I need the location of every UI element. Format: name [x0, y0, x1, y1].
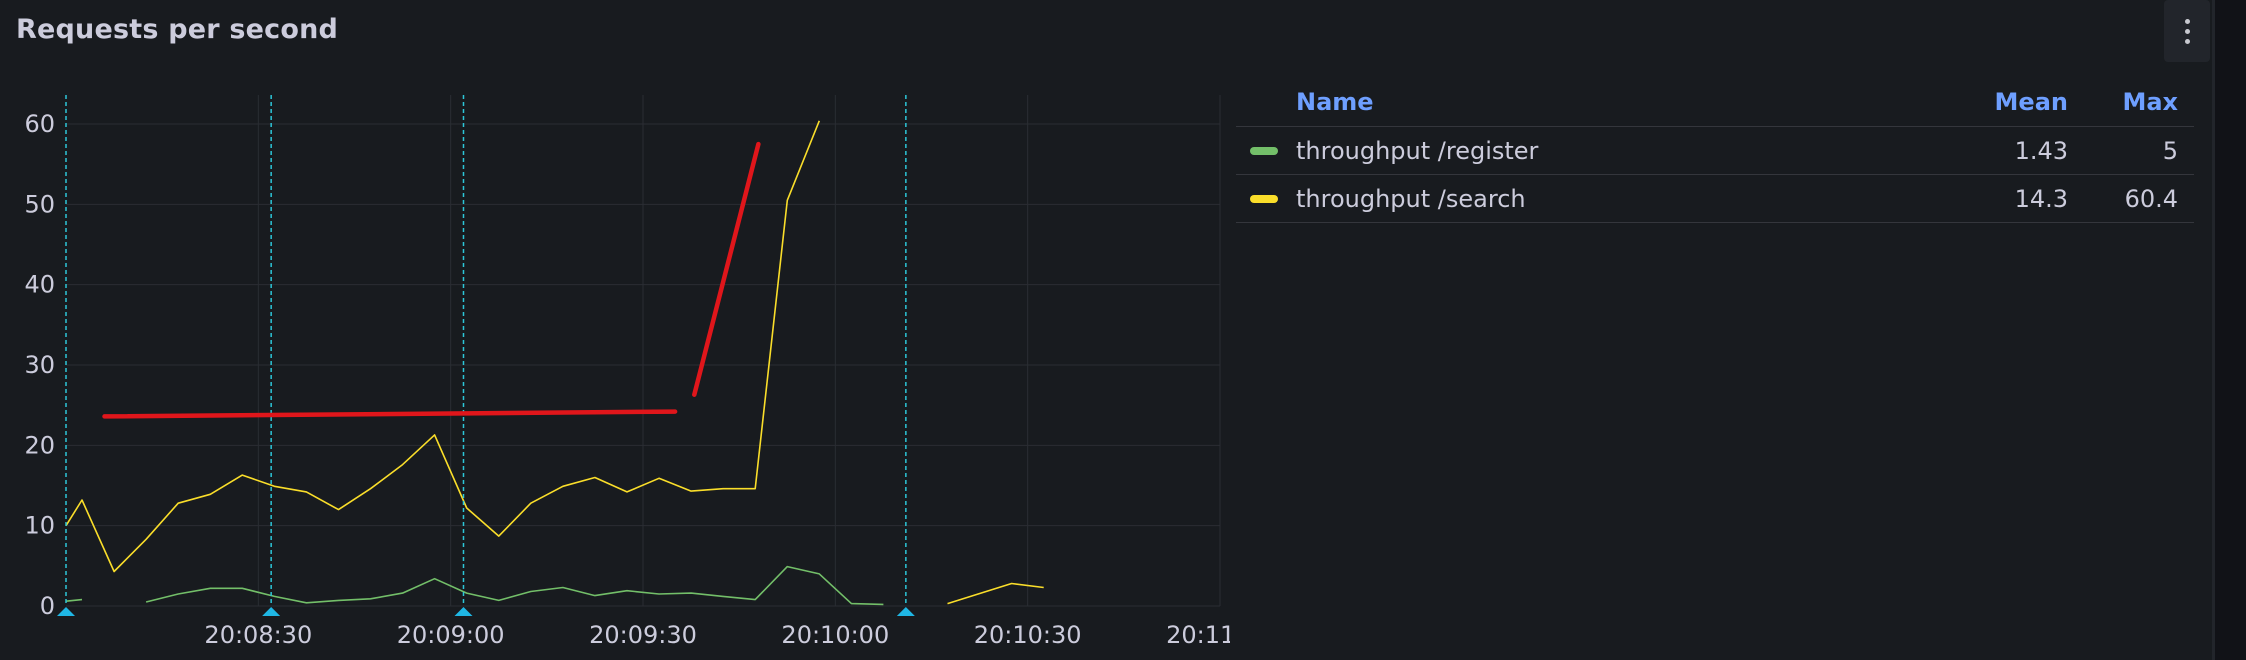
annotation-marker-icon[interactable]: [896, 607, 915, 616]
x-tick-label: 20:11:00: [1166, 621, 1230, 649]
time-series-chart[interactable]: 0 10 20 30 40 50 60 20:08:30 20:09:00 20:09:30 20:…: [0, 0, 1230, 660]
legend-header-name[interactable]: Name: [1296, 88, 1918, 116]
y-tick-label: 30: [24, 351, 55, 379]
panel: Requests per second 0 10 20 30 40 50 60 20:08:3…: [0, 0, 2212, 660]
drawn-annotation-stroke: [102, 409, 678, 419]
legend-series-mean: 14.3: [2014, 184, 2068, 213]
kebab-menu-icon: [2184, 18, 2190, 24]
drawn-annotation-stroke: [692, 141, 761, 397]
y-tick-label: 0: [40, 592, 55, 620]
legend-series-name[interactable]: throughput /search: [1296, 185, 1918, 213]
series-line: [947, 582, 1044, 605]
legend-table: Name Mean Max throughput /register 1.43 …: [1236, 78, 2194, 223]
panel-menu-button[interactable]: [2164, 0, 2210, 62]
kebab-menu-icon-dot: [2184, 38, 2190, 44]
series-line: [145, 565, 884, 606]
kebab-menu-icon-dot: [2184, 28, 2190, 34]
y-tick-label: 60: [24, 110, 55, 138]
x-tick-label: 20:09:00: [397, 621, 505, 649]
annotation-marker-icon[interactable]: [454, 607, 473, 616]
legend-header-max[interactable]: Max: [2068, 88, 2194, 116]
legend-swatch-cell: [1236, 146, 1296, 155]
series-color-swatch: [1250, 146, 1278, 155]
legend-series-max: 60.4: [2124, 184, 2178, 213]
annotation-marker-icon[interactable]: [262, 607, 281, 616]
legend-header-mean[interactable]: Mean: [1918, 88, 2068, 116]
x-tick-label: 20:10:30: [974, 621, 1082, 649]
series-line: [65, 598, 83, 602]
y-tick-label: 20: [24, 431, 55, 459]
legend-swatch-cell: [1236, 194, 1296, 203]
series-color-swatch: [1250, 194, 1278, 203]
legend-row[interactable]: throughput /register 1.43 5: [1236, 127, 2194, 175]
x-tick-label: 20:09:30: [589, 621, 697, 649]
legend-row[interactable]: throughput /search 14.3 60.4: [1236, 175, 2194, 223]
x-tick-label: 20:10:00: [781, 621, 889, 649]
y-tick-label: 40: [24, 271, 55, 299]
legend-series-max: 5: [2162, 136, 2178, 165]
dashboard-scroll-area: [2215, 0, 2246, 660]
y-tick-label: 10: [24, 512, 55, 540]
legend-header: Name Mean Max: [1236, 78, 2194, 127]
annotation-marker-icon[interactable]: [57, 607, 75, 616]
x-tick-label: 20:08:30: [204, 621, 312, 649]
y-tick-label: 50: [24, 190, 55, 218]
legend-series-name[interactable]: throughput /register: [1296, 137, 1918, 165]
legend-series-mean: 1.43: [2014, 136, 2068, 165]
